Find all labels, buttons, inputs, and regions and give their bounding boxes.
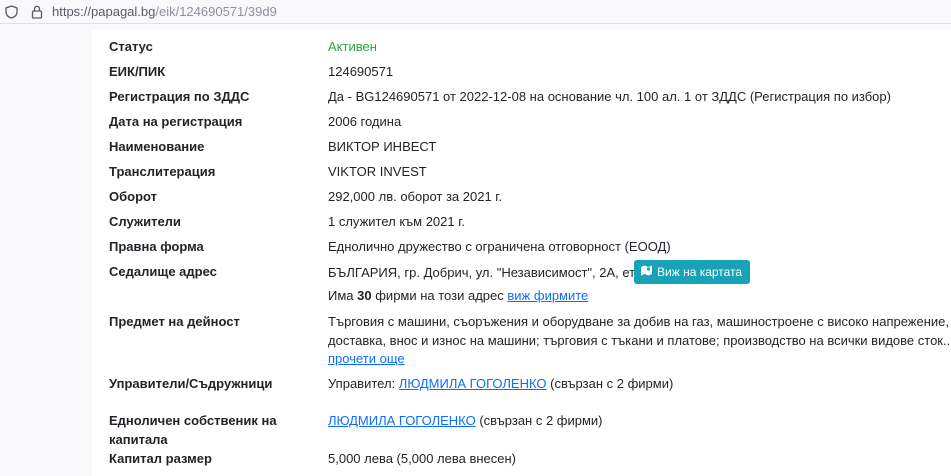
company-details-panel: Статус Активен ЕИК/ПИК 124690571 Регистр… <box>92 30 951 476</box>
url-text[interactable]: https://papagal.bg/eik/124690571/39d9 <box>52 4 277 19</box>
view-firms-link[interactable]: виж фирмите <box>507 288 588 303</box>
firms-suffix: фирми на този адрес <box>375 288 504 303</box>
address-label: Седалище адрес <box>109 264 217 279</box>
manager-related: (свързан с 2 фирми) <box>550 376 674 391</box>
capital-label: Капитал размер <box>109 451 212 466</box>
name-label: Наименование <box>109 139 205 154</box>
status-label: Статус <box>109 39 153 54</box>
registration-date-value: 2006 година <box>328 114 402 129</box>
view-on-map-label: Виж на картата <box>657 265 743 279</box>
capital-value: 5,000 лева (5,000 лева внесен) <box>328 451 517 466</box>
view-on-map-button[interactable]: Виж на картата <box>634 260 751 284</box>
manager-name-link[interactable]: ЛЮДМИЛА ГОГОЛЕНКО <box>399 376 547 391</box>
owner-label-line-2: капитала <box>109 432 168 447</box>
vat-value: Да - BG124690571 от 2022-12-08 на основа… <box>328 89 891 104</box>
owner-value: ЛЮДМИЛА ГОГОЛЕНКО (свързан с 2 фирми) <box>328 411 603 430</box>
vat-label: Регистрация по ЗДДС <box>109 89 250 104</box>
registration-date-label: Дата на регистрация <box>109 114 243 129</box>
turnover-value: 292,000 лв. оборот за 2021 г. <box>328 189 503 204</box>
owner-related: (свързан с 2 фирми) <box>479 413 603 428</box>
activity-line-2: доставка, внос и износ на машини; търгов… <box>328 333 951 348</box>
managers-label: Управители/Съдружници <box>109 376 273 391</box>
turnover-label: Оборот <box>109 189 158 204</box>
managers-value: Управител: ЛЮДМИЛА ГОГОЛЕНКО (свързан с … <box>328 374 673 393</box>
url-host: https://papagal.bg <box>52 4 156 19</box>
url-path: /eik/124690571/39d9 <box>155 4 277 19</box>
legal-form-label: Правна форма <box>109 239 204 254</box>
employees-label: Служители <box>109 214 181 229</box>
eik-value: 124690571 <box>328 64 394 79</box>
manager-role: Управител: <box>328 376 396 391</box>
transliteration-value: VIKTOR INVEST <box>328 164 427 179</box>
transliteration-label: Транслитерация <box>109 164 216 179</box>
address-value: БЪЛГАРИЯ, гр. Добрич, ул. "Независимост"… <box>328 265 649 280</box>
read-more-link[interactable]: прочети още <box>328 351 405 366</box>
name-value: ВИКТОР ИНВЕСТ <box>328 139 437 154</box>
legal-form-value: Еднолично дружество с ограничена отговор… <box>328 239 671 254</box>
shield-icon[interactable] <box>4 4 18 19</box>
eik-label: ЕИК/ПИК <box>109 64 166 79</box>
activity-label: Предмет на дейност <box>109 314 240 329</box>
employees-value: 1 служител към 2021 г. <box>328 214 465 229</box>
firms-at-address: Има 30 фирми на този адрес виж фирмите <box>328 286 588 305</box>
firms-prefix: Има <box>328 288 354 303</box>
owner-label-line-1: Едноличен собственик на <box>109 413 277 428</box>
firms-count: 30 <box>357 288 372 303</box>
map-icon <box>640 260 653 284</box>
lock-icon[interactable] <box>30 5 44 19</box>
status-value: Активен <box>328 39 377 54</box>
owner-name-link[interactable]: ЛЮДМИЛА ГОГОЛЕНКО <box>328 413 476 428</box>
browser-url-bar[interactable]: https://papagal.bg/eik/124690571/39d9 <box>0 0 951 24</box>
activity-line-1: Търговия с машини, съоръжения и оборудва… <box>328 314 950 329</box>
